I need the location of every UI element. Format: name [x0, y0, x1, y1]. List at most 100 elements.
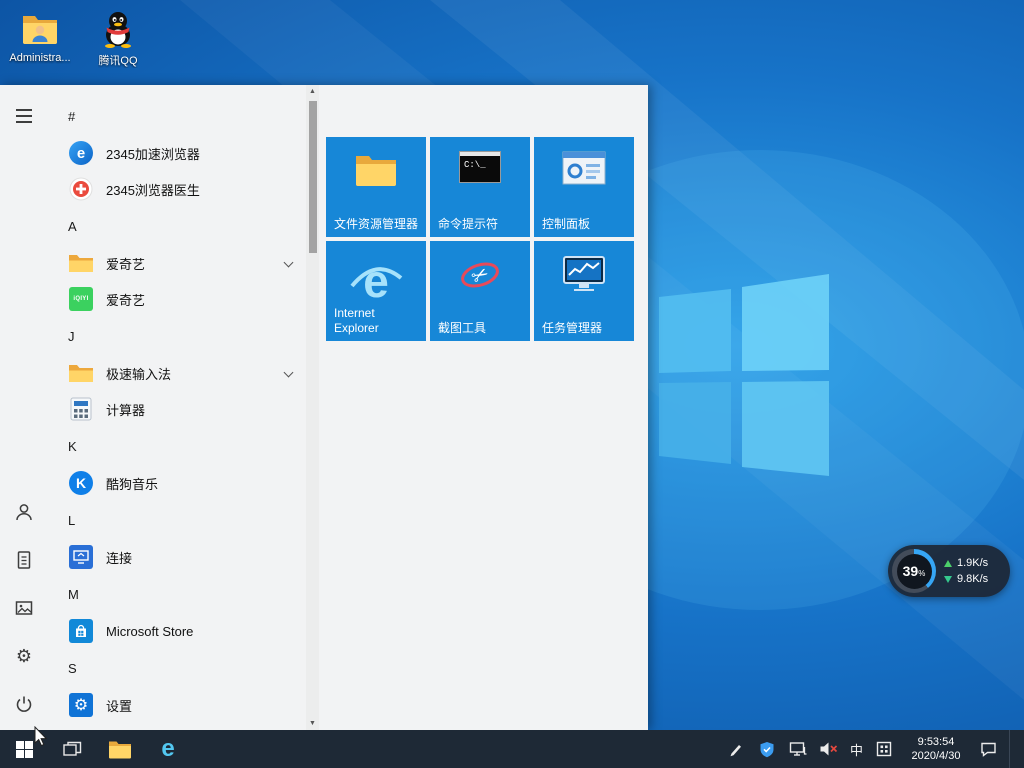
desktop-icon-label: 腾讯QQ	[98, 55, 138, 67]
pictures-button[interactable]	[0, 584, 48, 632]
expand-menu-button[interactable]	[0, 92, 48, 140]
connect-icon	[69, 545, 93, 569]
app-section-m[interactable]: M	[48, 575, 306, 613]
administrator-folder-icon	[21, 10, 59, 48]
app-section-l[interactable]: L	[48, 501, 306, 539]
browser-doctor-icon	[68, 176, 94, 202]
power-icon	[16, 696, 32, 712]
app-folder-jisu-input[interactable]: 极速输入法	[48, 355, 306, 391]
app-section-s[interactable]: S	[48, 649, 306, 687]
tile-label: 控制面板	[542, 217, 591, 231]
scrollbar-thumb[interactable]	[308, 101, 317, 253]
down-arrow-icon	[944, 575, 952, 583]
2345-browser-icon: e	[69, 141, 93, 165]
desktop-icon-tencent-qq[interactable]: 腾讯QQ	[82, 10, 154, 68]
section-letter: S	[68, 660, 77, 676]
section-letter: #	[68, 108, 76, 124]
input-language-indicator[interactable]: 中	[850, 740, 863, 759]
taskbar-clock[interactable]: 9:53:54 2020/4/30	[905, 735, 967, 763]
network-icon[interactable]	[788, 739, 808, 759]
calculator-icon	[68, 396, 94, 422]
section-letter: L	[68, 512, 76, 528]
system-tray: 中 9:53:54 2020/4/30	[726, 730, 1024, 768]
start-menu-tiles: 文件资源管理器 C:\_ 命令提示符 控制面板 e Internet Explo…	[319, 85, 648, 730]
app-label: 爱奇艺	[106, 292, 146, 308]
cpu-usage-gauge: 39%	[892, 549, 936, 593]
user-icon	[16, 504, 32, 521]
tile-label: 截图工具	[438, 321, 487, 335]
tile-file-explorer[interactable]: 文件资源管理器	[326, 137, 426, 237]
tile-label: 命令提示符	[438, 217, 499, 231]
scroll-up-arrow[interactable]: ▲	[306, 85, 319, 98]
documents-button[interactable]	[0, 536, 48, 584]
chevron-down-icon	[283, 367, 294, 378]
app-folder-iqiyi[interactable]: 爱奇艺	[48, 245, 306, 281]
scroll-down-arrow[interactable]: ▼	[306, 717, 319, 730]
app-item-calculator[interactable]: 计算器	[48, 391, 306, 427]
app-section-k[interactable]: K	[48, 427, 306, 465]
app-label: 极速输入法	[106, 366, 172, 382]
app-item-connect[interactable]: 连接	[48, 539, 306, 575]
tile-task-manager[interactable]: 任务管理器	[534, 241, 634, 341]
app-list-scrollbar[interactable]: ▲ ▼	[306, 85, 319, 730]
taskbar-file-explorer-button[interactable]	[96, 730, 144, 768]
tile-internet-explorer[interactable]: e Internet Explorer	[326, 241, 426, 341]
qq-penguin-icon	[99, 10, 137, 48]
start-menu-app-list: # e 2345加速浏览器 2345浏览器医生 A 爱奇艺 iQIYI 爱奇艺 …	[48, 85, 306, 730]
app-label: 酷狗音乐	[106, 476, 159, 492]
desktop: Administra... 腾讯QQ 39 % 1.9K/s 9.8K/s ⚙ …	[0, 0, 1024, 768]
microsoft-store-icon	[69, 619, 93, 643]
tile-label: Internet Explorer	[334, 306, 379, 335]
windows-start-icon	[15, 740, 33, 758]
file-explorer-icon	[326, 151, 426, 187]
show-desktop-button[interactable]	[1009, 730, 1014, 768]
app-item-2345-browser[interactable]: e 2345加速浏览器	[48, 135, 306, 171]
power-button[interactable]	[0, 680, 48, 728]
folder-icon	[68, 360, 94, 386]
section-letter: J	[68, 328, 75, 344]
app-section-t[interactable]: T	[48, 723, 306, 730]
user-account-button[interactable]	[0, 488, 48, 536]
edge-browser-icon: e	[161, 735, 175, 762]
file-explorer-icon	[109, 741, 131, 759]
app-item-iqiyi[interactable]: iQIYI 爱奇艺	[48, 281, 306, 317]
app-item-settings[interactable]: ⚙ 设置	[48, 687, 306, 723]
security-shield-icon[interactable]	[757, 739, 777, 759]
settings-button[interactable]: ⚙	[0, 632, 48, 680]
ime-mode-icon[interactable]	[874, 739, 894, 759]
iqiyi-icon: iQIYI	[69, 287, 93, 311]
task-view-button[interactable]	[48, 730, 96, 768]
app-section-j[interactable]: J	[48, 317, 306, 355]
tile-command-prompt[interactable]: C:\_ 命令提示符	[430, 137, 530, 237]
task-view-icon	[62, 741, 81, 756]
app-item-microsoft-store[interactable]: Microsoft Store	[48, 613, 306, 649]
taskbar: e 中 9:53:54 2020/4/30	[0, 730, 1024, 768]
desktop-icon-administrator[interactable]: Administra...	[4, 10, 76, 68]
tile-control-panel[interactable]: 控制面板	[534, 137, 634, 237]
command-prompt-icon: C:\_	[430, 151, 530, 183]
settings-gear-icon: ⚙	[15, 646, 33, 666]
app-label: 连接	[106, 550, 133, 566]
task-manager-icon	[534, 255, 634, 293]
app-label: 2345加速浏览器	[106, 146, 200, 162]
start-button[interactable]	[0, 730, 48, 768]
tile-label: 文件资源管理器	[334, 217, 419, 231]
action-center-icon[interactable]	[978, 739, 998, 759]
app-section-hash[interactable]: #	[48, 97, 306, 135]
network-speed-widget[interactable]: 39% 1.9K/s 9.8K/s	[888, 545, 1010, 597]
control-panel-icon	[534, 151, 634, 185]
clock-time: 9:53:54	[917, 736, 955, 748]
section-letter: A	[68, 218, 77, 234]
app-label: Microsoft Store	[106, 623, 194, 639]
taskbar-browser-button[interactable]: e	[144, 730, 192, 768]
volume-muted-icon[interactable]	[819, 739, 839, 759]
pen-icon[interactable]	[726, 739, 746, 759]
app-section-a[interactable]: A	[48, 207, 306, 245]
tile-snipping-tool[interactable]: ✂ 截图工具	[430, 241, 530, 341]
app-item-kugou-music[interactable]: K 酷狗音乐	[48, 465, 306, 501]
clock-date: 2020/4/30	[911, 750, 961, 762]
gauge-percent-symbol: %	[918, 568, 926, 578]
tile-label: 任务管理器	[542, 321, 603, 335]
settings-gear-icon: ⚙	[69, 693, 93, 717]
app-item-2345-browser-doctor[interactable]: 2345浏览器医生	[48, 171, 306, 207]
